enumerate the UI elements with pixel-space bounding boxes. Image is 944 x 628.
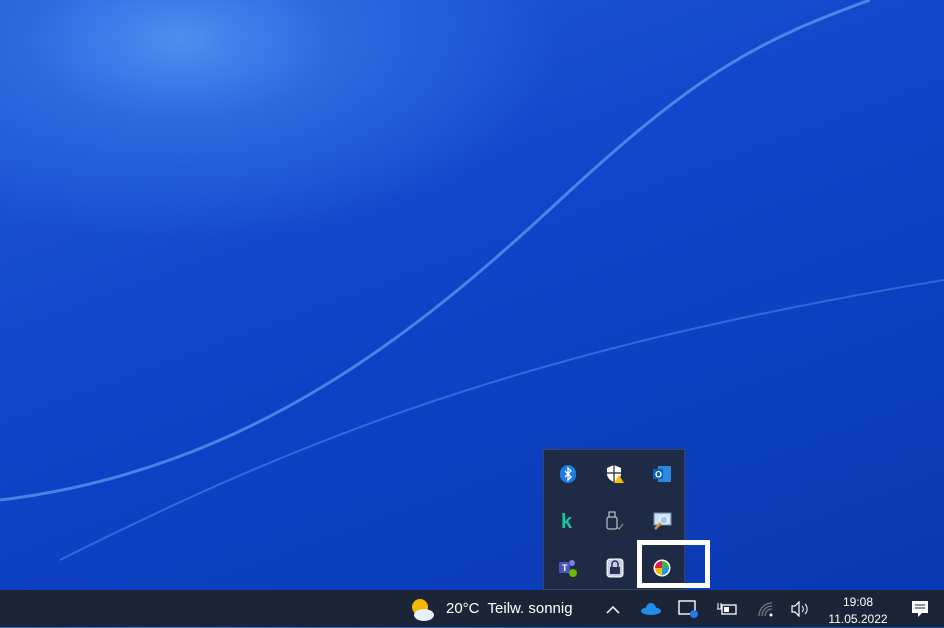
svg-text:O: O <box>655 469 662 479</box>
clock-time: 19:08 <box>842 595 874 609</box>
partly-sunny-icon <box>412 598 434 621</box>
chevron-up-icon <box>606 605 620 614</box>
notification-center-button[interactable] <box>910 590 930 627</box>
desktop[interactable] <box>0 0 944 627</box>
taskbar: 20°C Teilw. sonnig 19:08 11.05.2022 <box>0 590 944 627</box>
screen-zoom-icon[interactable] <box>638 497 685 544</box>
teams-icon[interactable]: T <box>544 544 591 591</box>
weather-widget[interactable]: 20°C Teilw. sonnig <box>408 590 573 627</box>
svg-text:k: k <box>561 513 573 529</box>
wallpaper-light-streaks <box>0 0 944 561</box>
notification-icon <box>912 600 928 617</box>
highlight-box <box>637 540 710 588</box>
lock-icon[interactable] <box>591 544 638 591</box>
kaspersky-icon[interactable]: k <box>544 497 591 544</box>
clock[interactable]: 19:08 11.05.2022 <box>818 594 898 628</box>
bluetooth-icon[interactable] <box>544 450 591 497</box>
usb-eject-icon[interactable] <box>591 497 638 544</box>
volume-icon[interactable] <box>790 590 810 627</box>
onedrive-icon[interactable] <box>640 590 662 627</box>
show-hidden-icons-button[interactable] <box>606 590 620 627</box>
battery-icon[interactable] <box>716 590 738 627</box>
weather-temp: 20°C <box>446 600 480 617</box>
svg-text:T: T <box>562 563 568 573</box>
clock-date: 11.05.2022 <box>828 612 888 626</box>
weather-condition: Teilw. sonnig <box>487 600 573 617</box>
windows-security-warning-icon[interactable] <box>591 450 638 497</box>
display-icon[interactable] <box>678 590 700 627</box>
outlook-icon[interactable]: O <box>638 450 685 497</box>
wifi-icon[interactable] <box>757 590 775 627</box>
